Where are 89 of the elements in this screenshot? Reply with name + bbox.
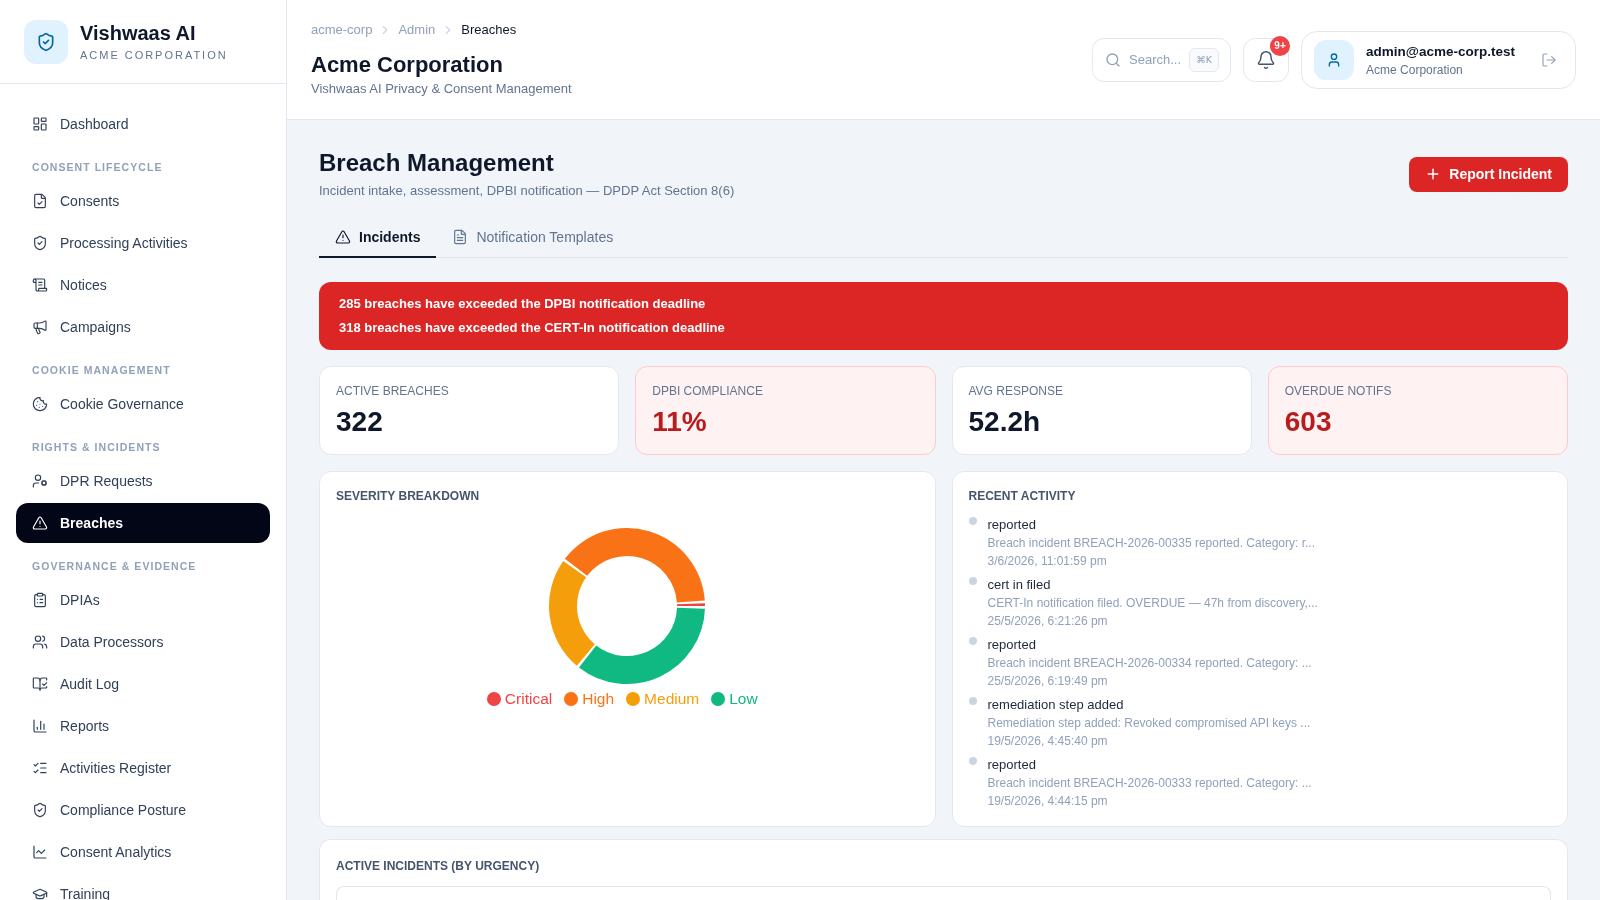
section-heading: GOVERNANCE & EVIDENCE <box>32 559 197 573</box>
stat-value: 603 <box>1284 405 1332 439</box>
nav-item[interactable]: Consent Analytics <box>16 832 270 872</box>
activity-detail: CERT-In notification filed. OVERDUE — 47h from discovery,... <box>987 595 1318 612</box>
line-chart-icon <box>32 844 48 860</box>
nav-item[interactable]: Breaches <box>16 503 270 543</box>
activity-time: 25/5/2026, 6:21:26 pm <box>987 613 1109 630</box>
nav-item[interactable]: Activities Register <box>16 748 270 788</box>
org-title: Acme Corporation <box>311 51 504 79</box>
nav-item[interactable]: Campaigns <box>16 307 270 347</box>
shortcut-key: ⌘K <box>1189 47 1220 72</box>
stat-value: 52.2h <box>968 405 1041 439</box>
book-check-icon <box>32 676 48 692</box>
stat-value: 11% <box>652 405 707 439</box>
panel-title: RECENT ACTIVITY <box>968 488 1077 504</box>
graduation-cap-icon <box>32 886 48 900</box>
warning-icon <box>335 229 351 245</box>
alert-message: 318 breaches have exceeded the CERT-In notification deadline <box>339 319 725 337</box>
activity-time: 19/5/2026, 4:44:15 pm <box>987 793 1109 810</box>
search-icon <box>1105 51 1122 68</box>
nav-item[interactable]: Reports <box>16 706 270 746</box>
nav-item[interactable]: DPR Requests <box>16 461 270 501</box>
megaphone-icon <box>32 319 48 335</box>
document-icon <box>452 229 469 245</box>
stat-label: AVG RESPONSE <box>968 383 1063 399</box>
brand-org: ACME CORPORATION <box>80 47 228 63</box>
nav-item[interactable]: Consents <box>16 181 270 221</box>
activity-action: reported <box>987 516 1037 534</box>
user-org: Acme Corporation <box>1366 61 1464 78</box>
warning-icon <box>32 515 48 531</box>
org-subtitle: Vishwaas AI Privacy & Consent Management <box>311 80 572 98</box>
activity-time: 19/5/2026, 4:45:40 pm <box>987 733 1109 750</box>
stat-value: 322 <box>336 405 383 439</box>
shield-check-icon <box>32 235 48 251</box>
nav-item[interactable]: Processing Activities <box>16 223 270 263</box>
shield-check-icon <box>32 802 48 818</box>
bell-icon <box>1256 49 1277 70</box>
nav-item[interactable]: Compliance Posture <box>16 790 270 830</box>
notifications-button[interactable]: 9+ <box>1243 37 1290 82</box>
tab[interactable]: Notification Templates <box>436 218 630 258</box>
cookie-icon <box>32 396 48 412</box>
activity-time: 25/5/2026, 6:19:49 pm <box>987 673 1109 690</box>
section-heading: CONSENT LIFECYCLE <box>32 160 163 174</box>
page-subtitle: Incident intake, assessment, DPBI notification — DPDP Act Section 8(6) <box>319 182 735 200</box>
legend-label: Low <box>729 689 758 709</box>
nav-item[interactable]: Cookie Governance <box>16 384 270 424</box>
notification-badge: 9+ <box>1270 35 1291 56</box>
brand-name: Vishwaas AI <box>80 20 197 45</box>
activity-action: reported <box>987 756 1037 774</box>
legend-label: Critical <box>504 689 553 709</box>
activity-detail: Breach incident BREACH-2026-00333 reported. Category: ... <box>987 775 1312 792</box>
panel-title: ACTIVE INCIDENTS (BY URGENCY) <box>336 858 540 874</box>
tab[interactable]: Incidents <box>319 218 437 258</box>
activity-detail: Breach incident BREACH-2026-00334 reported. Category: ... <box>987 655 1312 672</box>
nav-item[interactable]: Data Processors <box>16 622 270 662</box>
file-check-icon <box>32 193 48 209</box>
activity-action: cert in filed <box>987 576 1052 594</box>
shield-check-icon <box>24 19 68 64</box>
grid-icon <box>32 116 48 132</box>
nav-item[interactable]: Notices <box>16 265 270 305</box>
bar-chart-icon <box>32 718 48 734</box>
nav-item[interactable]: Audit Log <box>16 664 270 704</box>
logout-icon <box>1541 51 1557 68</box>
breadcrumb-current: Breaches <box>461 21 517 39</box>
scroll-icon <box>32 277 48 293</box>
page-title: Breach Management <box>319 148 555 178</box>
report-incident-button[interactable]: Report Incident <box>1409 156 1568 192</box>
user-gear-icon <box>32 473 48 489</box>
activity-detail: Remediation step added: Revoked compromised API keys ... <box>987 715 1311 732</box>
section-heading: RIGHTS & INCIDENTS <box>32 440 161 454</box>
stat-label: ACTIVE BREACHES <box>336 383 449 399</box>
users-icon <box>32 634 48 650</box>
nav-item[interactable]: DPIAs <box>16 580 270 620</box>
activity-time: 3/6/2026, 11:01:59 pm <box>987 553 1108 570</box>
activity-action: reported <box>987 636 1037 654</box>
user-email: admin@acme-corp.test <box>1366 42 1515 61</box>
activity-detail: Breach incident BREACH-2026-00335 reported. Category: r... <box>987 535 1315 552</box>
legend-label: Medium <box>644 689 700 709</box>
nav-item[interactable]: Dashboard <box>16 104 270 144</box>
checklist-icon <box>32 760 48 776</box>
alert-message: 285 breaches have exceeded the DPBI notification deadline <box>339 295 706 313</box>
panel-title: SEVERITY BREAKDOWN <box>336 488 481 504</box>
stat-label: DPBI COMPLIANCE <box>652 383 763 399</box>
stat-label: OVERDUE NOTIFS <box>1284 383 1392 399</box>
section-heading: COOKIE MANAGEMENT <box>32 363 171 377</box>
clipboard-icon <box>32 592 48 608</box>
user-avatar-icon <box>1314 39 1355 80</box>
legend-label: High <box>582 689 615 709</box>
activity-action: remediation step added <box>987 696 1125 714</box>
